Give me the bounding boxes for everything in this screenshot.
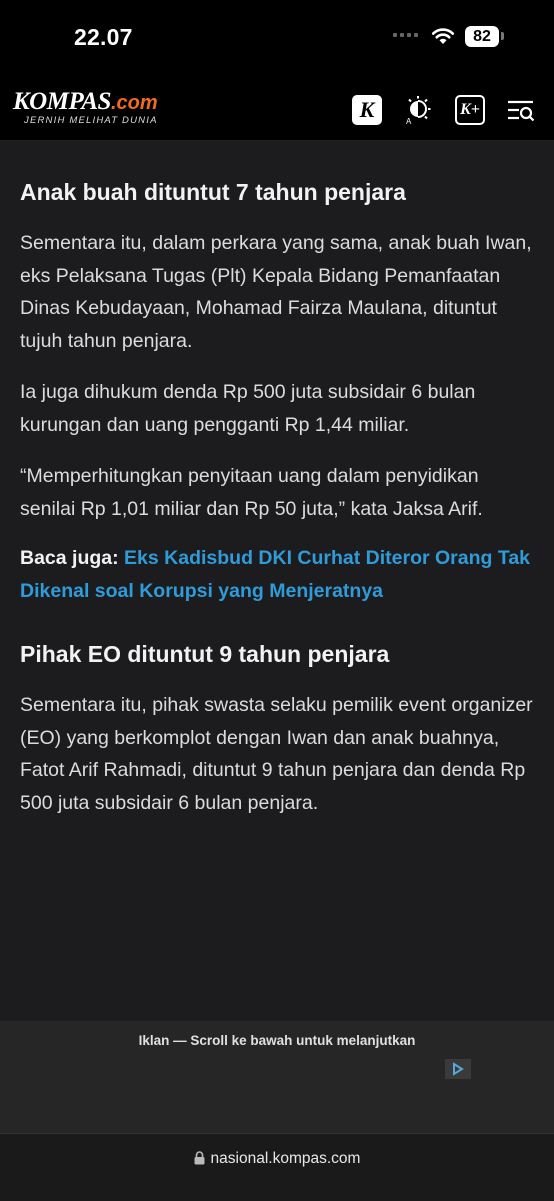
site-header: KOMPAS.com JERNIH MELIHAT DUNIA K A K+ [0,78,554,141]
theme-toggle-icon[interactable]: A [403,95,433,125]
article-paragraph: Sementara itu, dalam perkara yang sama, … [20,232,532,352]
svg-text:A: A [406,117,412,125]
section-heading: Pihak EO dituntut 9 tahun penjara [20,641,390,667]
lock-icon [194,1151,205,1165]
adchoices-icon[interactable] [445,1059,471,1079]
article-paragraph: “Memperhitungkan penyitaan uang dalam pe… [20,465,483,520]
section-heading: Anak buah dituntut 7 tahun penjara [20,179,406,205]
article-body: Anak buah dituntut 7 tahun penjara Semen… [0,141,554,1021]
read-also: Baca juga: Eks Kadisbud DKI Curhat Diter… [20,542,534,607]
k-plus-icon[interactable]: K+ [455,95,485,125]
article-paragraph: Sementara itu, pihak swasta selaku pemil… [20,694,533,814]
kompas-logo[interactable]: KOMPAS.com [13,88,158,116]
read-also-label: Baca juga: [20,547,119,569]
battery-cap [501,32,504,40]
ad-notice: Iklan — Scroll ke bawah untuk melanjutka… [138,1033,416,1048]
article-paragraph: Ia juga dihukum denda Rp 500 juta subsid… [20,381,476,436]
url-text: nasional.kompas.com [210,1150,361,1167]
wifi-icon [431,28,455,44]
status-bar: 22.07 82 [0,0,554,78]
battery-level: 82 [465,26,499,47]
ad-banner[interactable]: Iklan — Scroll ke bawah untuk melanjutka… [0,1021,554,1133]
cellular-signal-icon [393,33,418,37]
status-time: 22.07 [74,24,133,50]
menu-search-icon[interactable] [506,95,536,125]
k-app-icon[interactable]: K [352,95,382,125]
logo-tagline: JERNIH MELIHAT DUNIA [24,115,158,126]
browser-url-bar[interactable]: nasional.kompas.com [0,1133,554,1201]
